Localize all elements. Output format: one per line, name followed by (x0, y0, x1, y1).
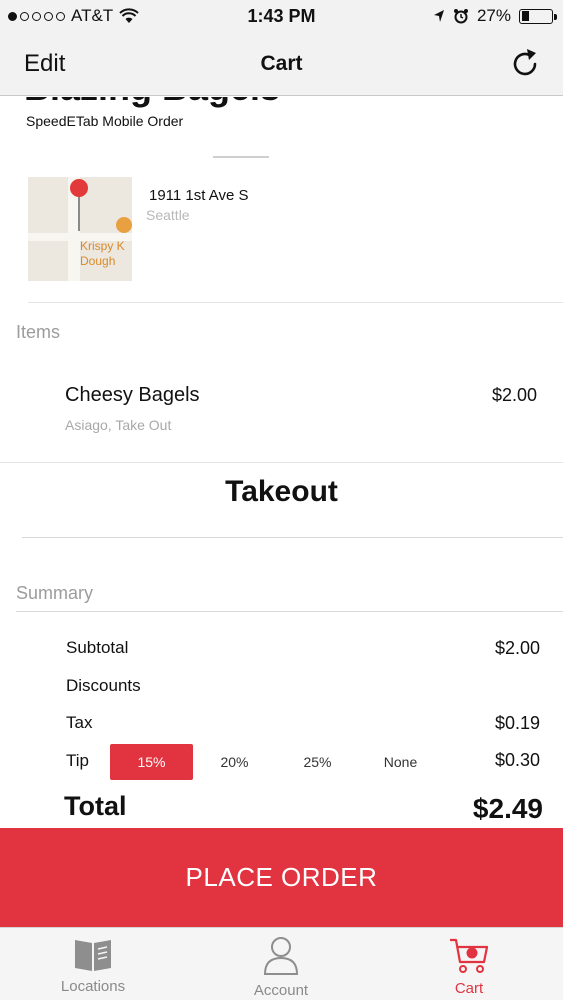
subtotal-row: Subtotal $2.00 (66, 638, 540, 658)
tip-label: Tip (66, 751, 89, 770)
tab-account[interactable]: Account (226, 928, 336, 1000)
map-poi-label-line2: Dough (80, 254, 116, 268)
store-subtitle: SpeedETab Mobile Order (26, 113, 184, 129)
tab-locations[interactable]: Locations (38, 928, 148, 1000)
nav-bar: Edit Cart (0, 32, 563, 96)
item-modifiers: Asiago, Take Out (65, 417, 172, 433)
tip-value: $0.30 (494, 750, 540, 770)
page-title: Cart (260, 52, 303, 75)
cart-icon (450, 938, 489, 973)
order-type-title: Takeout (225, 475, 338, 508)
store-map-thumbnail[interactable]: Krispy K Dough (28, 177, 132, 281)
battery-level (521, 11, 530, 21)
divider (28, 302, 563, 303)
store-name: Blazing Bagels (24, 97, 280, 109)
item-name: Cheesy Bagels (65, 384, 200, 406)
store-city: Seattle (146, 207, 190, 223)
status-right: 27% (433, 6, 557, 26)
map-poi-label-line1: Krispy K (80, 239, 125, 253)
tab-label: Locations (60, 978, 126, 995)
divider (0, 462, 563, 463)
tip-selector: 15% 20% 25% None (110, 744, 442, 780)
location-arrow-icon (433, 10, 444, 22)
subtotal-value: $2.00 (494, 638, 540, 658)
cart-content[interactable]: Blazing Bagels SpeedETab Mobile Order Kr… (0, 97, 563, 828)
tax-row: Tax $0.19 (66, 713, 540, 733)
tax-value: $0.19 (494, 713, 540, 733)
map-pin-icon (70, 179, 88, 197)
tip-option-25[interactable]: 25% (276, 744, 359, 780)
tax-label: Tax (66, 713, 93, 732)
map-pin-stick (78, 195, 80, 231)
drag-handle (213, 156, 269, 158)
battery-percent: 27% (476, 6, 511, 25)
item-price: $2.00 (491, 385, 537, 405)
items-section-header: Items (16, 322, 61, 342)
tip-option-none[interactable]: None (359, 744, 442, 780)
tip-option-20[interactable]: 20% (193, 744, 276, 780)
store-street-address: 1911 1st Ave S (149, 187, 249, 204)
discounts-row: Discounts (66, 676, 540, 696)
battery-icon (519, 8, 557, 24)
refresh-icon[interactable] (507, 46, 543, 82)
total-label: Total (64, 791, 127, 821)
map-poi-icon (116, 217, 132, 233)
person-icon (263, 937, 299, 975)
map-poi-label: Krispy K Dough (80, 239, 125, 269)
tab-bar: Locations Account Cart (0, 927, 563, 1000)
tab-label: Cart (454, 980, 484, 997)
tip-option-15[interactable]: 15% (110, 744, 193, 780)
divider (22, 537, 563, 538)
summary-section-header: Summary (16, 583, 94, 603)
book-icon (75, 940, 111, 971)
place-order-button[interactable]: PLACE ORDER (0, 828, 563, 927)
alarm-icon (453, 9, 468, 24)
tab-label: Account (253, 982, 309, 999)
discounts-label: Discounts (66, 676, 141, 695)
tab-cart[interactable]: Cart (414, 928, 524, 1000)
divider (16, 611, 563, 612)
subtotal-label: Subtotal (66, 638, 129, 657)
total-value: $2.49 (472, 793, 543, 824)
status-bar: AT&T 1:43 PM 27% (0, 0, 563, 32)
